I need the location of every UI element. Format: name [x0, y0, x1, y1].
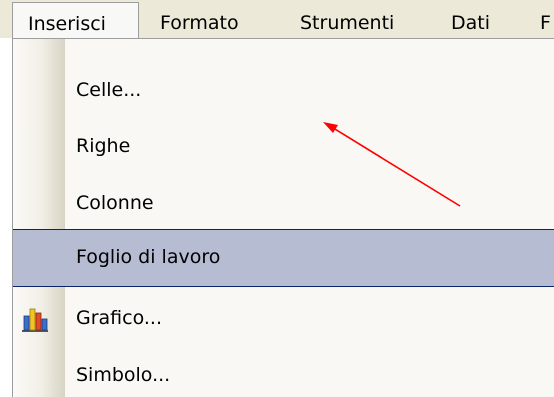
menu-item-foglio-di-lavoro[interactable]: Foglio di lavoro: [13, 229, 554, 287]
menu-item-colonne[interactable]: Colonne: [13, 175, 554, 233]
menu-strumenti-label: Strumenti: [300, 12, 395, 34]
menu-dati[interactable]: Dati: [451, 12, 490, 34]
menu-strumenti[interactable]: Strumenti: [300, 12, 394, 34]
menu-item-grafico-label: Grafico...: [76, 307, 163, 329]
menu-item-celle-label: Celle...: [76, 79, 142, 101]
menu-inserisci-label: Inserisci: [28, 13, 106, 35]
menu-item-foglio-di-lavoro-label: Foglio di lavoro: [76, 246, 221, 268]
menu-item-simbolo[interactable]: Simbolo...: [13, 347, 554, 397]
menu-finestra-partial[interactable]: F: [540, 12, 551, 34]
menu-item-righe-label: Righe: [76, 135, 131, 157]
menu-item-celle[interactable]: Celle...: [13, 62, 554, 120]
menu-bar: Inserisci Formato Strumenti Dati F: [0, 0, 554, 39]
menu-inserisci[interactable]: Inserisci: [12, 2, 139, 39]
menu-formato[interactable]: Formato: [160, 12, 239, 34]
menu-formato-label: Formato: [160, 12, 239, 34]
menu-item-righe[interactable]: Righe: [13, 118, 554, 176]
menu-item-grafico[interactable]: Grafico...: [13, 290, 554, 348]
menu-finestra-label: F: [540, 12, 551, 34]
chart-icon: [20, 304, 50, 334]
menu-dati-label: Dati: [451, 12, 491, 34]
inserisci-dropdown: Celle... Righe Colonne Foglio di lavoro …: [12, 38, 554, 397]
screen: Inserisci Formato Strumenti Dati F Celle…: [0, 0, 554, 397]
menu-item-colonne-label: Colonne: [76, 192, 154, 214]
menu-item-simbolo-label: Simbolo...: [76, 364, 171, 386]
